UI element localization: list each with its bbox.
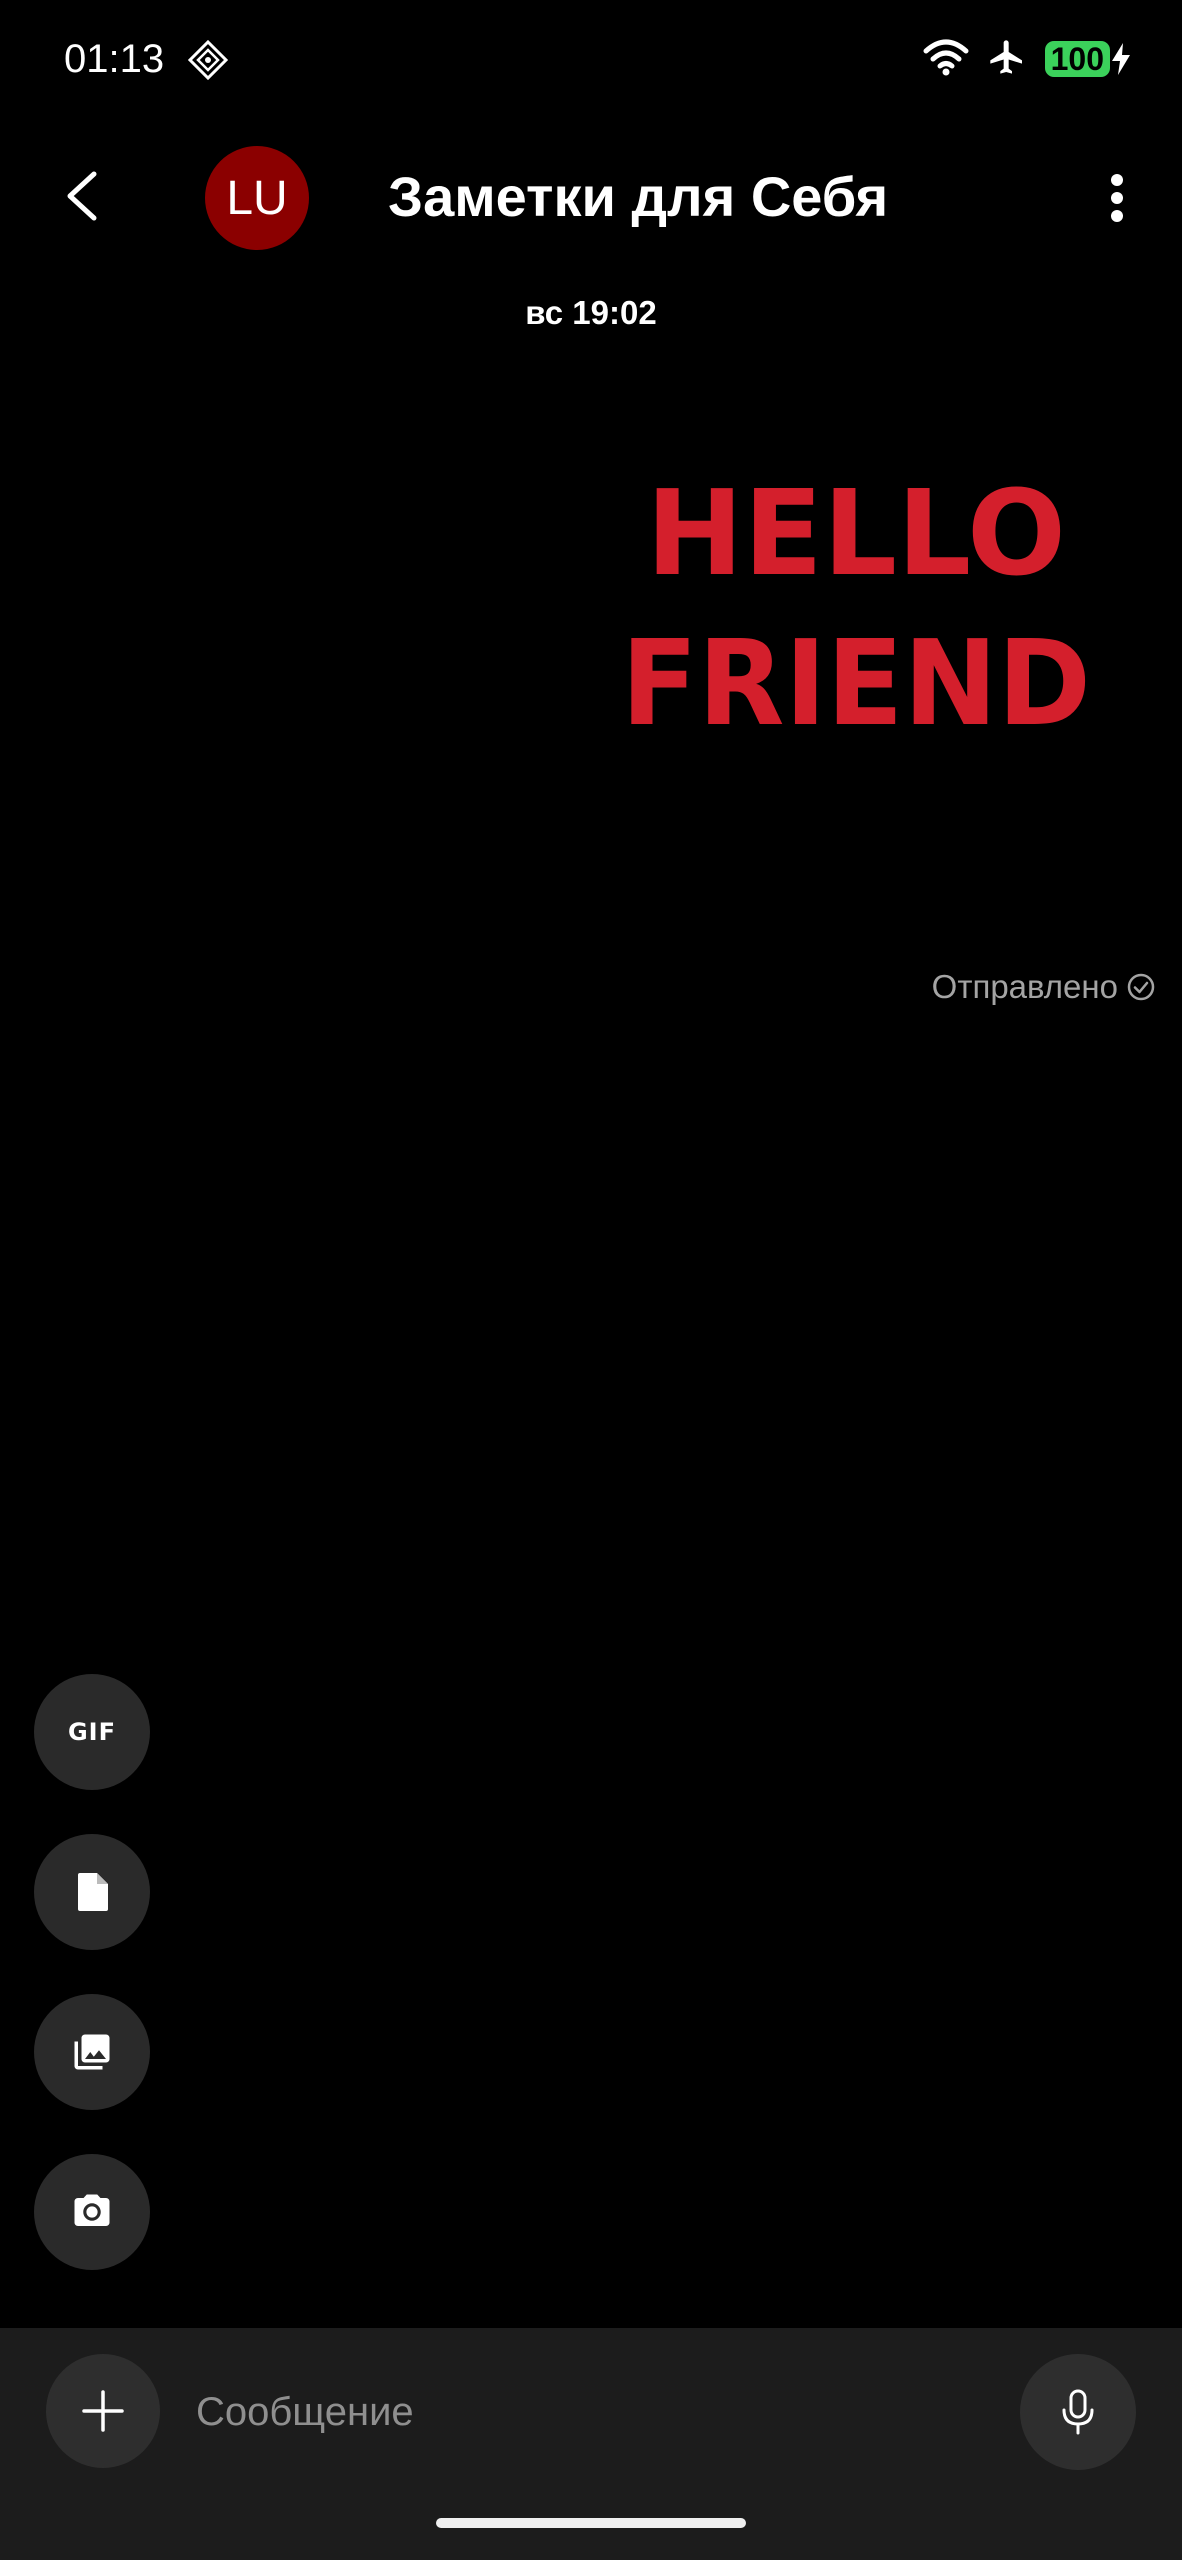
camera-icon (74, 2194, 110, 2226)
message-status: Отправлено (932, 968, 1156, 1006)
wifi-icon (923, 38, 969, 81)
back-button[interactable] (46, 160, 118, 232)
app-notification-icon (187, 39, 229, 81)
status-time: 01:13 (64, 37, 165, 81)
plus-icon (82, 2390, 124, 2432)
status-icons: 100 (923, 34, 1132, 84)
battery-icon: 100 (1044, 41, 1132, 77)
hello-friend-sticker[interactable]: .stk { font-family: "DejaVu Sans", sans-… (612, 461, 1100, 755)
more-vertical-icon (1111, 174, 1123, 222)
back-arrow-icon (67, 171, 97, 221)
sticker-line-1: HELLO (646, 464, 1066, 602)
gallery-icon (74, 2034, 110, 2070)
charging-icon (1112, 43, 1130, 75)
home-indicator[interactable] (436, 2518, 746, 2528)
message-input[interactable] (196, 2362, 986, 2462)
microphone-icon (1062, 2389, 1094, 2435)
gif-icon: GIF (67, 1718, 117, 1746)
battery-level: 100 (1044, 41, 1110, 77)
message-date: вс 19:02 (525, 294, 657, 331)
sent-check-icon (1127, 973, 1155, 1001)
voice-message-button[interactable] (1020, 2354, 1136, 2470)
file-button[interactable] (34, 1834, 150, 1950)
more-options-button[interactable] (1090, 162, 1144, 234)
sticker-line-2: FRIEND (621, 614, 1091, 742)
sent-label: Отправлено (931, 968, 1118, 1005)
airplane-icon (987, 37, 1027, 82)
camera-button[interactable] (34, 2154, 150, 2270)
chat-title[interactable]: Заметки для Себя (388, 162, 888, 232)
gif-button[interactable]: GIF (34, 1674, 150, 1790)
file-icon (78, 1873, 108, 1911)
avatar[interactable]: LU (205, 146, 309, 250)
add-attachment-button[interactable] (46, 2354, 160, 2468)
gallery-button[interactable] (34, 1994, 150, 2110)
